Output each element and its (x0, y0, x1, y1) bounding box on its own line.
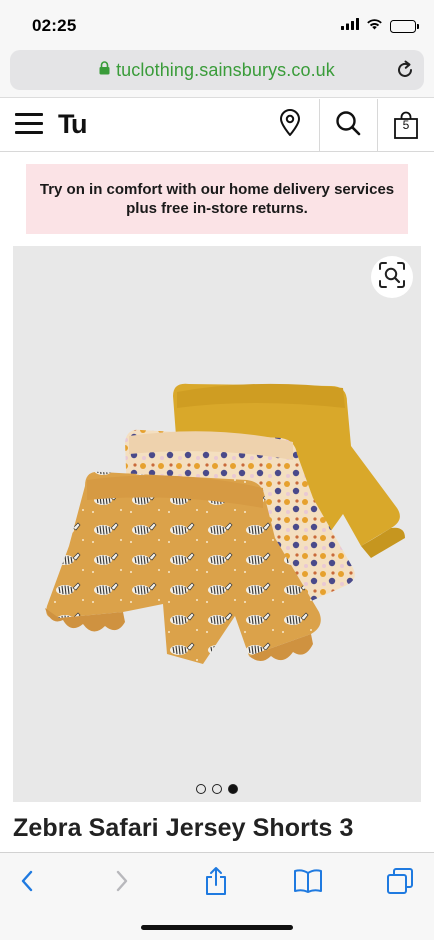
product-image (45, 383, 405, 664)
bookmarks-icon (293, 868, 323, 899)
hamburger-menu-icon[interactable] (15, 113, 43, 137)
status-time: 02:25 (32, 16, 77, 35)
store-locator-button[interactable] (262, 99, 318, 151)
share-button[interactable] (194, 866, 238, 901)
back-button[interactable] (5, 867, 49, 899)
url-field[interactable]: tuclothing.sainsburys.co.uk (10, 50, 424, 90)
forward-icon (115, 869, 129, 898)
zoom-scan-icon (378, 261, 406, 294)
bookmarks-button[interactable] (286, 867, 330, 899)
reload-icon[interactable] (394, 59, 416, 86)
pagination-dot[interactable] (212, 784, 222, 794)
location-pin-icon (279, 108, 301, 142)
lock-icon (99, 60, 110, 80)
search-icon (335, 110, 361, 141)
product-title: Zebra Safari Jersey Shorts 3 (13, 814, 354, 842)
status-icons (341, 17, 419, 35)
battery-icon (390, 19, 419, 33)
share-icon (204, 866, 228, 901)
tabs-button[interactable] (378, 867, 422, 899)
basket-button[interactable]: 5 (377, 99, 434, 151)
zoom-button[interactable] (371, 256, 413, 298)
status-bar: 02:25 (0, 0, 434, 46)
back-icon (20, 869, 34, 898)
promo-banner: Try on in comfort with our home delivery… (26, 164, 408, 234)
wifi-icon (366, 17, 383, 35)
product-gallery[interactable] (13, 246, 421, 802)
pagination-dot[interactable] (228, 784, 238, 794)
home-indicator[interactable] (141, 925, 293, 930)
promo-text: Try on in comfort with our home delivery… (39, 181, 395, 217)
url-text: tuclothing.sainsburys.co.uk (116, 59, 335, 80)
gallery-pagination (13, 784, 421, 794)
cellular-signal-icon (341, 17, 359, 35)
site-logo[interactable]: Tu (58, 109, 87, 140)
forward-button[interactable] (100, 867, 144, 899)
browser-address-bar: tuclothing.sainsburys.co.uk (0, 46, 434, 98)
site-header: Tu 5 (0, 99, 434, 152)
pagination-dot[interactable] (196, 784, 206, 794)
basket-count: 5 (402, 118, 410, 132)
tabs-icon (386, 867, 414, 900)
search-button[interactable] (319, 99, 376, 151)
